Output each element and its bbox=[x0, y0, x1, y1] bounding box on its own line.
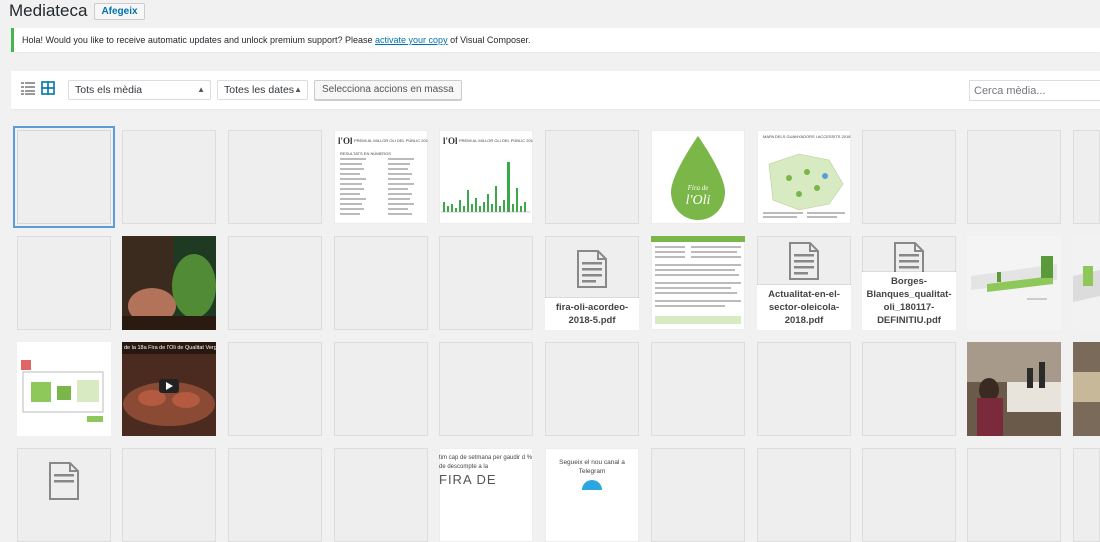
media-tile[interactable] bbox=[439, 236, 533, 330]
bar-chart-image bbox=[441, 162, 531, 213]
results-list-image bbox=[340, 158, 414, 215]
svg-text:Fira de: Fira de bbox=[687, 184, 709, 192]
page-title: Mediateca bbox=[9, 1, 88, 20]
oil-logo-text: l'Oli bbox=[686, 193, 711, 208]
thumbnail-title: PREMI AL MILLOR OLI DEL PÚBLIC 2018 bbox=[354, 138, 428, 143]
list-view-icon[interactable] bbox=[21, 81, 35, 95]
thumbnail-title: MAPA DELS GUANYADORS I ACCESSITS 2018 bbox=[763, 134, 851, 139]
file-name: Borges-Blanques_qualitat-oli_180117-DEFI… bbox=[862, 272, 956, 330]
oil-logo-icon: l'Oli bbox=[338, 136, 352, 145]
svg-text:l'Oli: l'Oli bbox=[443, 136, 457, 145]
media-tile[interactable]: Segueix el nou canal a Telegram bbox=[545, 448, 639, 542]
media-type-filter-value: Tots els mèdia bbox=[75, 84, 143, 96]
media-tile[interactable] bbox=[228, 130, 322, 224]
svg-text:l'Oli: l'Oli bbox=[338, 136, 352, 145]
thumbnail-title: PREMI AL MILLOR OLI DEL PÚBLIC 2018 bbox=[459, 138, 533, 143]
telegram-text: Segueix el nou canal a Telegram bbox=[559, 459, 625, 475]
file-name: fira-oli-acordeo-2018-5.pdf bbox=[545, 298, 639, 330]
media-tile[interactable] bbox=[967, 448, 1061, 542]
media-tile[interactable] bbox=[651, 448, 745, 542]
media-tile[interactable] bbox=[862, 342, 956, 436]
oil-drop-logo-image: Fira de l'Oli bbox=[671, 136, 725, 220]
media-tile[interactable] bbox=[228, 342, 322, 436]
video-caption: de la 18a Fira de l'Oli de Qualitat Verg… bbox=[124, 345, 216, 351]
add-new-button[interactable]: Afegeix bbox=[94, 2, 145, 20]
media-tile[interactable]: de la 18a Fira de l'Oli de Qualitat Verg… bbox=[122, 342, 216, 436]
media-tile[interactable]: Actualitat-en-el-sector-oleicola-2018.pd… bbox=[757, 236, 851, 330]
select-arrows-icon: ▲ bbox=[294, 85, 302, 94]
media-tile[interactable] bbox=[545, 130, 639, 224]
media-tile[interactable] bbox=[17, 342, 111, 436]
promo-headline: FIRA DE bbox=[439, 472, 497, 487]
select-arrows-icon: ▲ bbox=[197, 85, 205, 94]
media-tile[interactable] bbox=[334, 342, 428, 436]
media-tile[interactable] bbox=[1073, 236, 1100, 330]
date-filter-value: Totes les dates bbox=[224, 84, 295, 96]
media-tile[interactable] bbox=[122, 236, 216, 330]
media-tile[interactable] bbox=[651, 342, 745, 436]
media-tile[interactable] bbox=[1073, 342, 1100, 436]
grid-view-icon[interactable] bbox=[41, 81, 55, 95]
document-icon bbox=[577, 250, 607, 288]
date-filter[interactable]: Totes les dates ▲ bbox=[217, 80, 308, 100]
media-toolbar: Tots els mèdia ▲ Totes les dates ▲ Selec… bbox=[11, 71, 1100, 109]
media-tile[interactable] bbox=[334, 448, 428, 542]
file-name: Actualitat-en-el-sector-oleicola-2018.pd… bbox=[757, 285, 851, 330]
media-tile[interactable] bbox=[862, 130, 956, 224]
media-tile[interactable] bbox=[545, 342, 639, 436]
bulk-select-button[interactable]: Selecciona accions en massa bbox=[314, 80, 462, 100]
media-tile[interactable] bbox=[17, 448, 111, 542]
media-tile[interactable]: fira-oli-acordeo-2018-5.pdf bbox=[545, 236, 639, 330]
media-tile[interactable] bbox=[122, 448, 216, 542]
media-tile[interactable] bbox=[228, 236, 322, 330]
media-tile[interactable] bbox=[967, 342, 1061, 436]
document-icon bbox=[49, 462, 79, 500]
render-thumbnail bbox=[967, 236, 1061, 330]
plan-thumbnail bbox=[17, 342, 111, 436]
telegram-icon bbox=[582, 480, 602, 490]
media-tile[interactable] bbox=[228, 448, 322, 542]
photo-thumbnail bbox=[122, 236, 216, 330]
media-tile[interactable] bbox=[334, 236, 428, 330]
notice-text-after: of Visual Composer. bbox=[447, 35, 531, 45]
media-tile[interactable]: tim cap de setmana per gaudir d % de des… bbox=[439, 448, 533, 542]
media-tile[interactable] bbox=[967, 236, 1061, 330]
activate-copy-link[interactable]: activate your copy bbox=[375, 35, 448, 45]
notice-text-before: Hola! Would you like to receive automati… bbox=[22, 35, 376, 45]
media-tile[interactable] bbox=[13, 126, 115, 228]
view-switch bbox=[21, 81, 55, 95]
media-tile[interactable] bbox=[757, 342, 851, 436]
document-thumbnail bbox=[651, 236, 745, 324]
media-tile[interactable] bbox=[1073, 448, 1100, 542]
media-tile[interactable] bbox=[757, 448, 851, 542]
page-header: Mediateca Afegeix bbox=[9, 0, 145, 22]
media-tile[interactable]: l'Oli PREMI AL MILLOR OLI DEL PÚBLIC 201… bbox=[439, 130, 533, 224]
document-icon bbox=[789, 242, 819, 280]
event-photo-thumbnail bbox=[1073, 342, 1100, 436]
media-tile[interactable]: MAPA DELS GUANYADORS I ACCESSITS 2018 bbox=[757, 130, 851, 224]
video-thumbnail bbox=[122, 342, 216, 436]
map-image bbox=[763, 153, 845, 218]
media-tile[interactable] bbox=[967, 130, 1061, 224]
media-tile[interactable] bbox=[651, 236, 745, 330]
media-tile[interactable] bbox=[862, 448, 956, 542]
media-tile[interactable]: Borges-Blanques_qualitat-oli_180117-DEFI… bbox=[862, 236, 956, 330]
media-tile[interactable]: Fira de l'Oli bbox=[651, 130, 745, 224]
render-thumbnail bbox=[1073, 236, 1100, 330]
media-type-filter[interactable]: Tots els mèdia ▲ bbox=[68, 80, 211, 100]
media-search-input[interactable] bbox=[969, 80, 1100, 101]
update-notice: Hola! Would you like to receive automati… bbox=[11, 28, 1100, 52]
media-tile[interactable] bbox=[439, 342, 533, 436]
media-tile[interactable] bbox=[17, 236, 111, 330]
promo-text: tim cap de setmana per gaudir d % de des… bbox=[439, 455, 533, 470]
event-photo-thumbnail bbox=[967, 342, 1061, 436]
media-tile[interactable]: l'Oli PREMI AL MILLOR OLI DEL PÚBLIC 201… bbox=[334, 130, 428, 224]
thumbnail-subtitle: RESULTATS EN NÚMEROS bbox=[340, 151, 391, 156]
media-tile[interactable] bbox=[1073, 130, 1100, 224]
media-tile[interactable] bbox=[122, 130, 216, 224]
oil-logo-icon: l'Oli bbox=[443, 136, 457, 145]
